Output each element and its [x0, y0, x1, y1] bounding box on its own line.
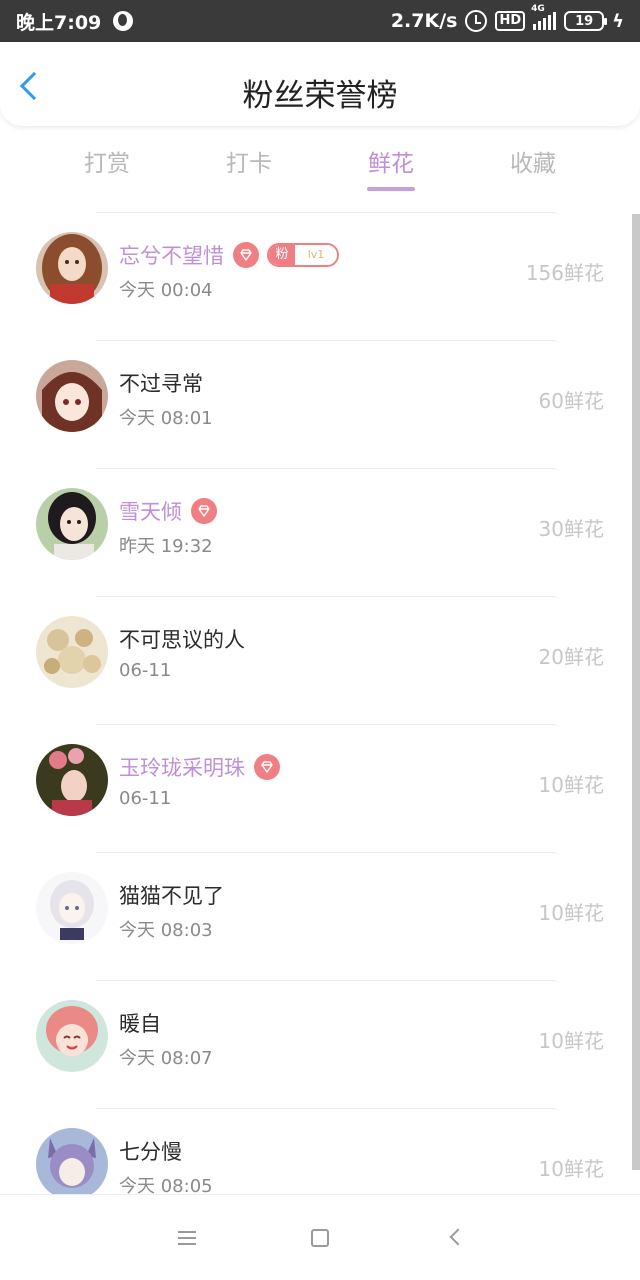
network-speed: 2.7K/s: [390, 10, 458, 32]
avatar: [36, 360, 108, 432]
avatar: [36, 616, 108, 688]
fan-name: 猫猫不见了: [119, 884, 224, 908]
tab-favorites[interactable]: 收藏: [483, 144, 583, 178]
list-item[interactable]: 暖自 今天 08:07 10鲜花: [0, 980, 632, 1108]
flower-count: 10鲜花: [538, 1029, 604, 1053]
status-time: 晚上7:09: [16, 11, 102, 34]
list-item[interactable]: 忘兮不望惜 粉 lv1 今天 00:04 156鲜花: [0, 212, 632, 340]
flower-count: 30鲜花: [538, 517, 604, 541]
charging-icon: ϟ: [612, 10, 624, 32]
status-bar: 晚上7:09 2.7K/s HD 4G 19 ϟ: [0, 0, 640, 42]
list-item[interactable]: 不过寻常 今天 08:01 60鲜花: [0, 340, 632, 468]
flower-count: 20鲜花: [538, 645, 604, 669]
scrollbar[interactable]: [632, 214, 640, 1170]
app-header: 粉丝荣誉榜: [0, 42, 640, 126]
avatar: [36, 1000, 108, 1072]
avatar: [36, 744, 108, 816]
fan-time: 昨天 19:32: [119, 536, 213, 557]
list-item[interactable]: 不可思议的人 06-11 20鲜花: [0, 596, 632, 724]
page-title: 粉丝荣誉榜: [242, 78, 398, 114]
active-tab-indicator: [367, 187, 415, 191]
list-item[interactable]: 猫猫不见了 今天 08:03 10鲜花: [0, 852, 632, 980]
globe-icon: [113, 11, 134, 31]
flower-count: 10鲜花: [538, 1157, 604, 1181]
flower-count: 10鲜花: [538, 773, 604, 797]
tab-flowers[interactable]: 鲜花: [341, 144, 441, 178]
fan-time: 06-11: [119, 660, 172, 681]
fan-name: 不过寻常: [119, 372, 203, 396]
signal-icon: 4G: [531, 4, 557, 30]
flower-count: 10鲜花: [538, 901, 604, 925]
list-item[interactable]: 玉玲珑采明珠 06-11 10鲜花: [0, 724, 632, 852]
fan-name: 不可思议的人: [119, 628, 245, 652]
flower-count: 60鲜花: [538, 389, 604, 413]
network-type: 4G: [531, 4, 545, 14]
tab-checkin[interactable]: 打卡: [199, 144, 299, 178]
fan-badge-label: 粉: [269, 245, 295, 265]
tab-bar: 打赏 打卡 鲜花 收藏: [0, 140, 640, 194]
avatar: [36, 1128, 108, 1200]
fan-name: 雪天倾: [119, 500, 182, 524]
battery-icon: 19: [564, 11, 608, 31]
fan-badge-level: lv1: [295, 245, 337, 265]
back-icon[interactable]: [449, 1228, 467, 1246]
menu-icon[interactable]: [178, 1231, 196, 1245]
vip-diamond-icon: [254, 754, 280, 780]
alarm-icon: [465, 10, 488, 32]
fan-name: 七分慢: [119, 1140, 182, 1164]
fan-name: 暖自: [119, 1012, 161, 1036]
hd-icon: HD: [495, 11, 526, 31]
avatar: [36, 872, 108, 944]
avatar: [36, 232, 108, 304]
system-nav-bar: [0, 1194, 640, 1280]
battery-level: 19: [575, 13, 594, 29]
vip-diamond-icon: [191, 498, 217, 524]
vip-diamond-icon: [233, 242, 259, 268]
avatar: [36, 488, 108, 560]
fan-level-badge: 粉 lv1: [267, 243, 339, 267]
fan-time: 今天 08:01: [119, 408, 213, 429]
tab-reward[interactable]: 打赏: [57, 144, 157, 178]
flower-count: 156鲜花: [525, 261, 604, 285]
fan-name: 玉玲珑采明珠: [119, 756, 245, 780]
fan-time: 今天 08:03: [119, 920, 213, 941]
fan-time: 06-11: [119, 788, 172, 809]
fan-time: 今天 08:07: [119, 1048, 213, 1069]
list-item[interactable]: 雪天倾 昨天 19:32 30鲜花: [0, 468, 632, 596]
home-icon[interactable]: [311, 1229, 329, 1247]
fan-time: 今天 00:04: [119, 280, 213, 301]
fan-name: 忘兮不望惜: [119, 244, 224, 268]
